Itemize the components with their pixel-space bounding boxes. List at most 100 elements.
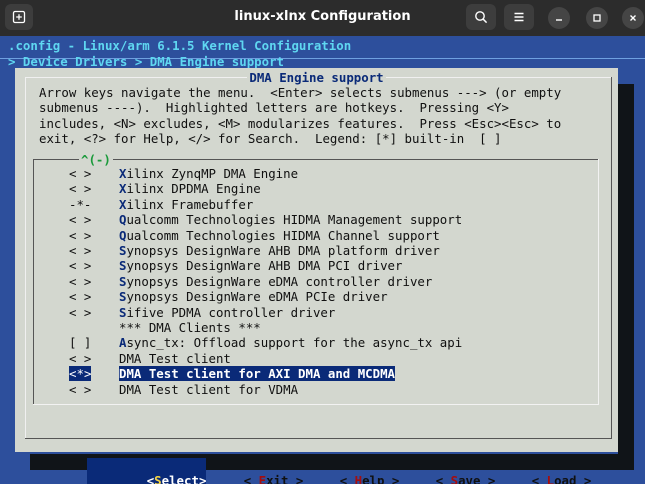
menu-item-mark[interactable]: < > xyxy=(69,274,119,289)
menu-item-text: Xilinx Framebuffer xyxy=(119,197,253,212)
menu-item-label: ualcomm Technologies HIDMA Management su… xyxy=(126,212,463,228)
close-icon xyxy=(630,15,636,21)
menu-item-mark[interactable]: < > xyxy=(69,181,119,196)
config-title-line: .config - Linux/arm 6.1.5 Kernel Configu… xyxy=(8,38,352,53)
menu-item-mark[interactable]: [ ] xyxy=(69,335,119,350)
menu-item-label: DMA Test client for VDMA xyxy=(119,381,299,397)
menu-item-label: ualcomm Technologies HIDMA Channel suppo… xyxy=(126,227,440,243)
menuconfig-dialog: DMA Engine support Arrow keys navigate t… xyxy=(15,68,618,484)
breadcrumb: > Device Drivers > DMA Engine support xyxy=(8,54,285,69)
minimize-button[interactable] xyxy=(548,7,570,29)
menu-item[interactable]: < > Qualcomm Technologies HIDMA Managemen… xyxy=(69,212,462,227)
dialog-frame-right xyxy=(611,77,612,439)
minimize-icon xyxy=(556,19,562,21)
maximize-button[interactable] xyxy=(586,7,608,29)
menu-item-mark[interactable]: < > xyxy=(69,212,119,227)
load-button[interactable]: < Load > xyxy=(472,458,592,484)
menu-item[interactable]: [ ] Async_tx: Offload support for the asy… xyxy=(69,335,462,350)
load-open: < xyxy=(531,473,547,484)
menu-item[interactable]: < > Sifive PDMA controller driver xyxy=(69,305,335,320)
list-frame-right xyxy=(598,159,599,404)
menu-item-label: ilinx Framebuffer xyxy=(126,196,254,212)
menu-item-label: *** DMA Clients *** xyxy=(119,320,261,335)
dialog-shadow-right xyxy=(618,84,634,464)
search-button[interactable] xyxy=(466,4,496,30)
exit-open: < xyxy=(243,473,259,484)
menu-item-mark[interactable]: < > xyxy=(69,243,119,258)
menu-item[interactable]: < > Synopsys DesignWare AHB DMA PCI drive… xyxy=(69,258,402,273)
menu-item-mark[interactable]: <*> xyxy=(69,366,119,382)
help-hotkey: H xyxy=(354,473,363,484)
menu-item-label: ilinx DPDMA Engine xyxy=(126,181,261,197)
menu-item-label: ilinx ZynqMP DMA Engine xyxy=(126,166,299,181)
menu-item-text: Async_tx: Offload support for the async_… xyxy=(119,335,462,350)
help-open: < xyxy=(339,473,355,484)
select-hotkey: S xyxy=(154,473,162,484)
load-label: oad xyxy=(554,473,577,484)
menu-item-text: DMA Test client for VDMA xyxy=(119,382,298,397)
dialog-title-text: DMA Engine support xyxy=(247,70,386,85)
menu-item-label: sync_tx: Offload support for the async_t… xyxy=(126,335,463,351)
menu-item-text: DMA Test client xyxy=(119,351,231,366)
menu-item-text: Sifive PDMA controller driver xyxy=(119,305,335,320)
menu-item-text: Qualcomm Technologies HIDMA Management s… xyxy=(119,212,462,227)
menu-item-label: ynopsys DesignWare eDMA PCIe driver xyxy=(126,289,388,305)
dialog-title: DMA Engine support xyxy=(15,70,618,85)
menu-item-mark[interactable]: < > xyxy=(69,382,119,397)
search-icon xyxy=(475,11,488,24)
load-close: > xyxy=(576,473,592,484)
terminal-area[interactable]: .config - Linux/arm 6.1.5 Kernel Configu… xyxy=(0,36,645,484)
menu-item-mark[interactable]: < > xyxy=(69,351,119,366)
menu-item-text: DMA Test client for AXI DMA and MCDMA xyxy=(119,366,396,382)
menu-item[interactable]: < > Xilinx DPDMA Engine xyxy=(69,181,261,196)
menu-item[interactable]: < > Synopsys DesignWare AHB DMA platform … xyxy=(69,243,440,258)
dialog-frame-bottom xyxy=(25,438,612,439)
menu-button[interactable] xyxy=(504,4,534,30)
load-hotkey: L xyxy=(546,473,555,484)
save-hotkey: S xyxy=(450,473,459,484)
menu-item-text: Xilinx DPDMA Engine xyxy=(119,181,261,196)
menu-item-mark[interactable]: < > xyxy=(69,166,119,181)
help-text: Arrow keys navigate the menu. <Enter> se… xyxy=(39,85,562,147)
menu-item-label: ynopsys DesignWare AHB DMA platform driv… xyxy=(126,243,440,258)
menu-item-mark[interactable]: -*- xyxy=(69,197,119,212)
menu-item-mark[interactable]: < > xyxy=(69,258,119,273)
menu-item[interactable]: < > DMA Test client for VDMA xyxy=(69,382,298,397)
menu-item-mark[interactable]: < > xyxy=(69,289,119,304)
menu-item-mark[interactable]: < > xyxy=(69,305,119,320)
window-titlebar: linux-xlnx Configuration xyxy=(0,0,645,36)
menu-item-text: Qualcomm Technologies HIDMA Channel supp… xyxy=(119,228,440,243)
menu-item-text: Synopsys DesignWare eDMA PCIe driver xyxy=(119,289,388,304)
menu-item-text: Synopsys DesignWare eDMA controller driv… xyxy=(119,274,432,289)
menu-item-text: Synopsys DesignWare AHB DMA platform dri… xyxy=(119,243,440,258)
list-frame-bottom xyxy=(33,404,599,405)
menu-item-mark[interactable]: < > xyxy=(69,228,119,243)
menu-item-label: DMA Test client xyxy=(119,350,231,366)
list-frame-top xyxy=(33,159,598,160)
dialog-frame-left xyxy=(25,77,26,439)
menu-item[interactable]: < > DMA Test client xyxy=(69,351,231,366)
menu-item[interactable]: < > Qualcomm Technologies HIDMA Channel s… xyxy=(69,228,440,243)
menu-item[interactable]: < > Xilinx ZynqMP DMA Engine xyxy=(69,166,298,181)
menu-item-label: ynopsys DesignWare AHB DMA PCI driver xyxy=(126,258,403,274)
list-frame-left xyxy=(33,159,34,404)
menu-item[interactable]: < > Synopsys DesignWare eDMA controller d… xyxy=(69,274,432,289)
menu-list[interactable]: ^(-) < > Xilinx ZynqMP DMA Engine < > Xilin… xyxy=(33,152,599,436)
exit-hotkey: E xyxy=(258,473,267,484)
scroll-up-indicator[interactable]: ^(-) xyxy=(79,152,113,167)
selected-mark-close: > xyxy=(83,366,92,382)
menu-item[interactable]: <*> DMA Test client for AXI DMA and MCDMA xyxy=(69,366,396,382)
save-open: < xyxy=(435,473,451,484)
menu-item[interactable]: -*- Xilinx Framebuffer xyxy=(69,197,253,212)
menu-item[interactable]: < > Synopsys DesignWare eDMA PCIe driver xyxy=(69,289,388,304)
hamburger-icon xyxy=(514,12,524,22)
close-button[interactable] xyxy=(622,7,644,29)
menu-item-text: *** DMA Clients *** xyxy=(119,320,261,335)
menu-item-text: Xilinx ZynqMP DMA Engine xyxy=(119,166,298,181)
menu-item[interactable]: *** DMA Clients *** xyxy=(69,320,261,335)
menu-item-label: DMA Test client for AXI DMA and MCDMA xyxy=(119,366,396,382)
maximize-icon xyxy=(593,14,601,22)
menu-item-label: ifive PDMA controller driver xyxy=(126,304,336,320)
menu-item-text: Synopsys DesignWare AHB DMA PCI driver xyxy=(119,258,402,273)
selected-mark-state: * xyxy=(76,366,84,382)
